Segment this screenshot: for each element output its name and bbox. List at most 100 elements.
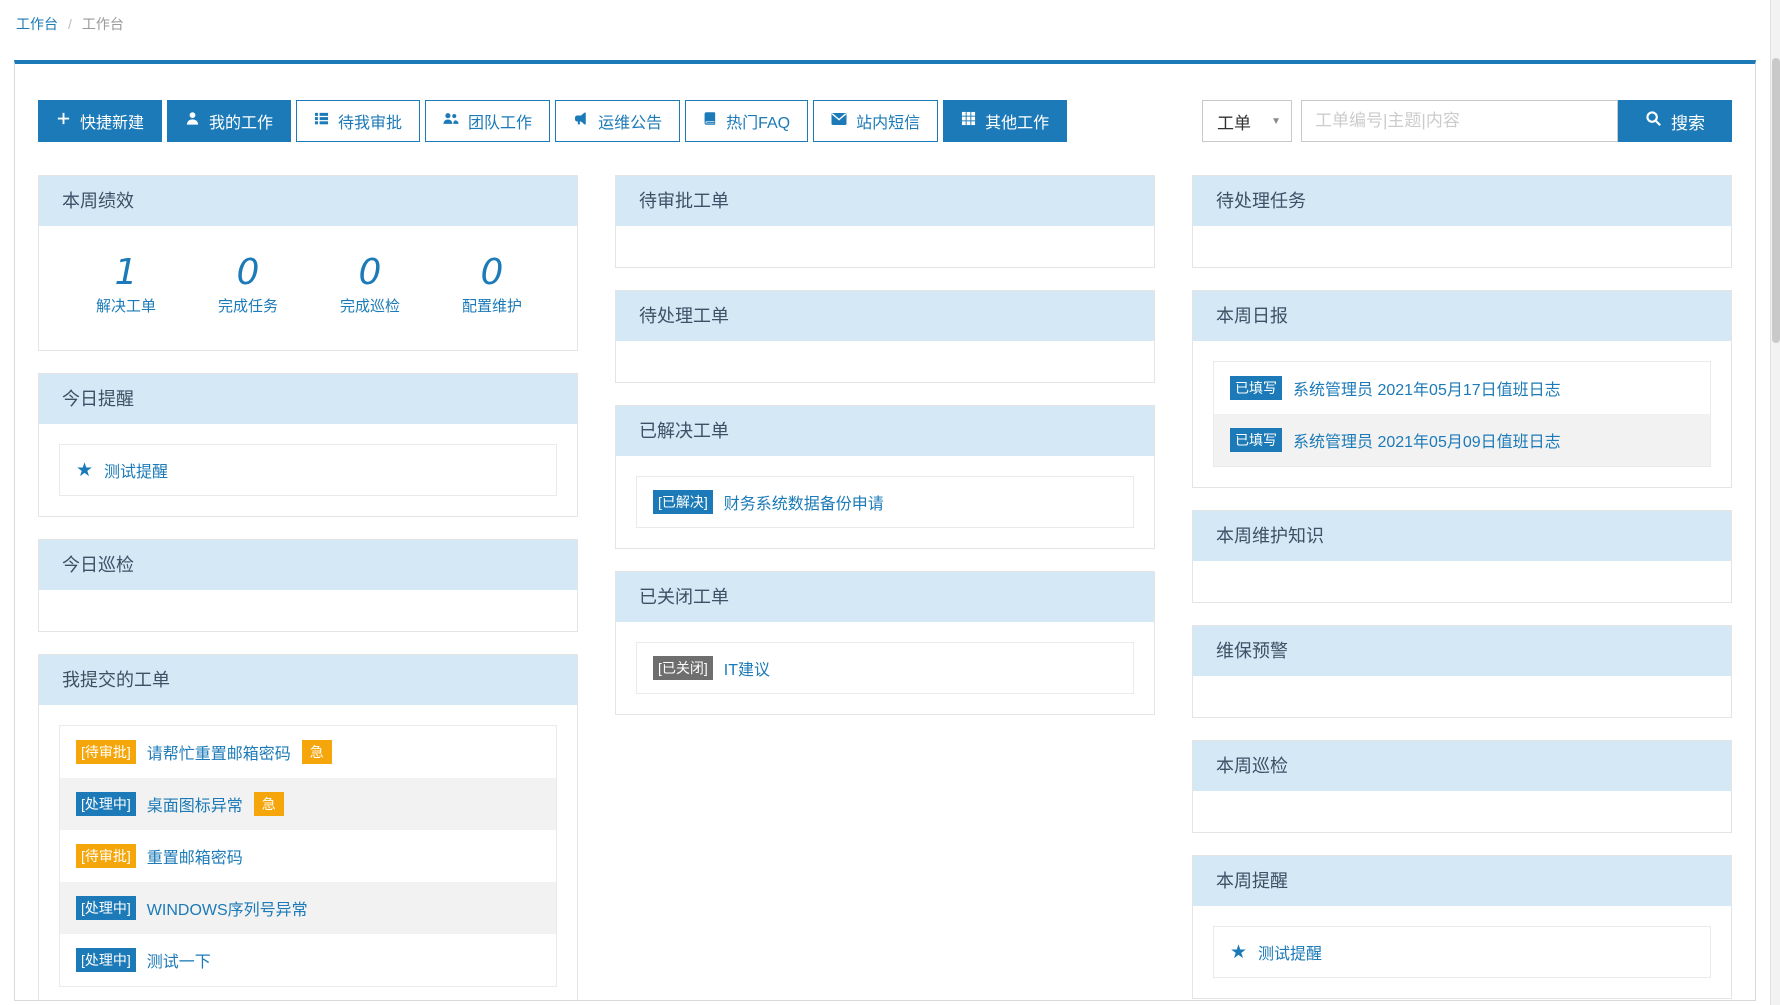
list-icon xyxy=(314,111,329,131)
panel-closed-tickets: 已关闭工单 [已关闭] IT建议 xyxy=(615,571,1155,715)
pending-my-approval-button[interactable]: 待我审批 xyxy=(296,100,420,142)
my-work-label: 我的工作 xyxy=(209,109,273,133)
panel-title: 我提交的工单 xyxy=(39,655,577,705)
reminder-link[interactable]: 测试提醒 xyxy=(104,458,168,482)
stat-label: 完成巡检 xyxy=(309,295,431,316)
stat-value: 0 xyxy=(431,252,553,293)
ticket-link[interactable]: WINDOWS序列号异常 xyxy=(147,896,308,920)
ticket-link[interactable]: 测试一下 xyxy=(147,948,211,972)
panel-title: 已解决工单 xyxy=(616,406,1154,456)
panel-title: 本周巡检 xyxy=(1193,741,1731,791)
status-badge[interactable]: [处理中] xyxy=(76,792,136,816)
empty-panel-body xyxy=(616,341,1154,382)
status-badge[interactable]: [已关闭] xyxy=(653,656,713,680)
ops-announcement-label: 运维公告 xyxy=(598,109,662,133)
breadcrumb-root-link[interactable]: 工作台 xyxy=(16,14,58,34)
filled-badge[interactable]: 已填写 xyxy=(1230,376,1282,400)
site-message-button[interactable]: 站内短信 xyxy=(813,100,938,142)
search-category-value: 工单 xyxy=(1217,109,1251,134)
panel-pending-tasks: 待处理任务 xyxy=(1192,175,1732,268)
stat-completed-inspections: 0 完成巡检 xyxy=(309,252,431,316)
breadcrumb-current: 工作台 xyxy=(82,14,124,34)
panel-title: 今日提醒 xyxy=(39,374,577,424)
status-badge[interactable]: [已解决] xyxy=(653,490,713,514)
panel-weekly-knowledge: 本周维护知识 xyxy=(1192,510,1732,603)
panel-title: 今日巡检 xyxy=(39,540,577,590)
right-column: 待处理任务 本周日报 已填写 系统管理员 2021年05月17日值班日志 已填写… xyxy=(1192,175,1732,1001)
other-work-label: 其他工作 xyxy=(985,109,1049,133)
ticket-link[interactable]: 重置邮箱密码 xyxy=(147,844,243,868)
team-work-button[interactable]: 团队工作 xyxy=(425,100,550,142)
search-group: 工单 ▼ 搜索 xyxy=(1202,100,1732,142)
search-button[interactable]: 搜索 xyxy=(1618,100,1732,142)
ticket-row: [待审批] 重置邮箱密码 xyxy=(60,830,556,882)
empty-panel-body xyxy=(1193,676,1731,717)
panel-pending-approval-tickets: 待审批工单 xyxy=(615,175,1155,268)
status-badge[interactable]: [待审批] xyxy=(76,740,136,764)
panel-title: 本周提醒 xyxy=(1193,856,1731,906)
search-button-label: 搜索 xyxy=(1671,109,1705,134)
envelope-icon xyxy=(831,112,847,131)
panel-resolved-tickets: 已解决工单 [已解决] 财务系统数据备份申请 xyxy=(615,405,1155,549)
ticket-link[interactable]: IT建议 xyxy=(724,656,770,680)
chevron-down-icon: ▼ xyxy=(1271,116,1281,127)
toolbar: 快捷新建 我的工作 待我审批 团队工作 运维公告 热门FAQ xyxy=(38,100,1732,142)
hot-faq-button[interactable]: 热门FAQ xyxy=(685,100,808,142)
breadcrumb-separator: / xyxy=(68,16,72,32)
panel-weekly-inspection: 本周巡检 xyxy=(1192,740,1732,833)
filled-badge[interactable]: 已填写 xyxy=(1230,428,1282,452)
search-category-select[interactable]: 工单 ▼ xyxy=(1202,100,1292,142)
pending-my-approval-label: 待我审批 xyxy=(338,109,402,133)
report-row: 已填写 系统管理员 2021年05月09日值班日志 xyxy=(1214,414,1710,466)
ticket-row: [处理中] 测试一下 xyxy=(60,934,556,986)
reminder-link[interactable]: 测试提醒 xyxy=(1258,940,1322,964)
panel-weekly-report: 本周日报 已填写 系统管理员 2021年05月17日值班日志 已填写 系统管理员… xyxy=(1192,290,1732,488)
stat-value: 0 xyxy=(309,252,431,293)
panel-title: 本周维护知识 xyxy=(1193,511,1731,561)
star-icon: ★ xyxy=(76,461,93,480)
ticket-link[interactable]: 请帮忙重置邮箱密码 xyxy=(147,740,291,764)
panel-title: 待处理任务 xyxy=(1193,176,1731,226)
panel-today-inspection: 今日巡检 xyxy=(38,539,578,632)
user-icon xyxy=(185,111,200,131)
empty-panel-body xyxy=(616,226,1154,267)
breadcrumb: 工作台 / 工作台 xyxy=(16,14,124,34)
status-badge[interactable]: [待审批] xyxy=(76,844,136,868)
reminder-item: ★ 测试提醒 xyxy=(1213,926,1711,978)
panel-title: 已关闭工单 xyxy=(616,572,1154,622)
weekly-report-list: 已填写 系统管理员 2021年05月17日值班日志 已填写 系统管理员 2021… xyxy=(1213,361,1711,467)
ticket-row: [处理中] WINDOWS序列号异常 xyxy=(60,882,556,934)
stat-label: 解决工单 xyxy=(65,295,187,316)
panel-weekly-performance: 本周绩效 1 解决工单 0 完成任务 0 完成巡检 0 xyxy=(38,175,578,351)
ticket-row: [待审批] 请帮忙重置邮箱密码 急 xyxy=(60,726,556,778)
my-work-button[interactable]: 我的工作 xyxy=(167,100,291,142)
report-link[interactable]: 系统管理员 2021年05月09日值班日志 xyxy=(1293,428,1561,452)
report-link[interactable]: 系统管理员 2021年05月17日值班日志 xyxy=(1293,376,1561,400)
scrollbar-thumb[interactable] xyxy=(1772,58,1780,343)
reminder-item: ★ 测试提醒 xyxy=(59,444,557,496)
left-column: 本周绩效 1 解决工单 0 完成任务 0 完成巡检 0 xyxy=(38,175,578,1001)
urgent-badge: 急 xyxy=(254,792,284,816)
middle-column: 待审批工单 待处理工单 已解决工单 [已解决] 财务系统数据备份申请 已关闭工单 xyxy=(615,175,1155,1001)
other-work-button[interactable]: 其他工作 xyxy=(943,100,1067,142)
dashboard-columns: 本周绩效 1 解决工单 0 完成任务 0 完成巡检 0 xyxy=(38,175,1732,1001)
search-input[interactable] xyxy=(1301,100,1618,142)
panel-maintenance-alert: 维保预警 xyxy=(1192,625,1732,718)
ops-announcement-button[interactable]: 运维公告 xyxy=(555,100,680,142)
ticket-link[interactable]: 财务系统数据备份申请 xyxy=(724,490,884,514)
panel-pending-process-tickets: 待处理工单 xyxy=(615,290,1155,383)
hot-faq-label: 热门FAQ xyxy=(726,109,790,133)
stat-label: 配置维护 xyxy=(431,295,553,316)
book-icon xyxy=(703,111,717,131)
ticket-item: [已解决] 财务系统数据备份申请 xyxy=(636,476,1134,528)
quick-create-button[interactable]: 快捷新建 xyxy=(38,100,162,142)
vertical-scrollbar[interactable] xyxy=(1770,0,1780,1005)
stat-value: 1 xyxy=(65,252,187,293)
my-tickets-list: [待审批] 请帮忙重置邮箱密码 急 [处理中] 桌面图标异常 急 [待审批] 重… xyxy=(59,725,557,987)
ticket-link[interactable]: 桌面图标异常 xyxy=(147,792,243,816)
status-badge[interactable]: [处理中] xyxy=(76,896,136,920)
status-badge[interactable]: [处理中] xyxy=(76,948,136,972)
urgent-badge: 急 xyxy=(302,740,332,764)
plus-icon xyxy=(56,111,71,131)
empty-panel-body xyxy=(39,590,577,631)
